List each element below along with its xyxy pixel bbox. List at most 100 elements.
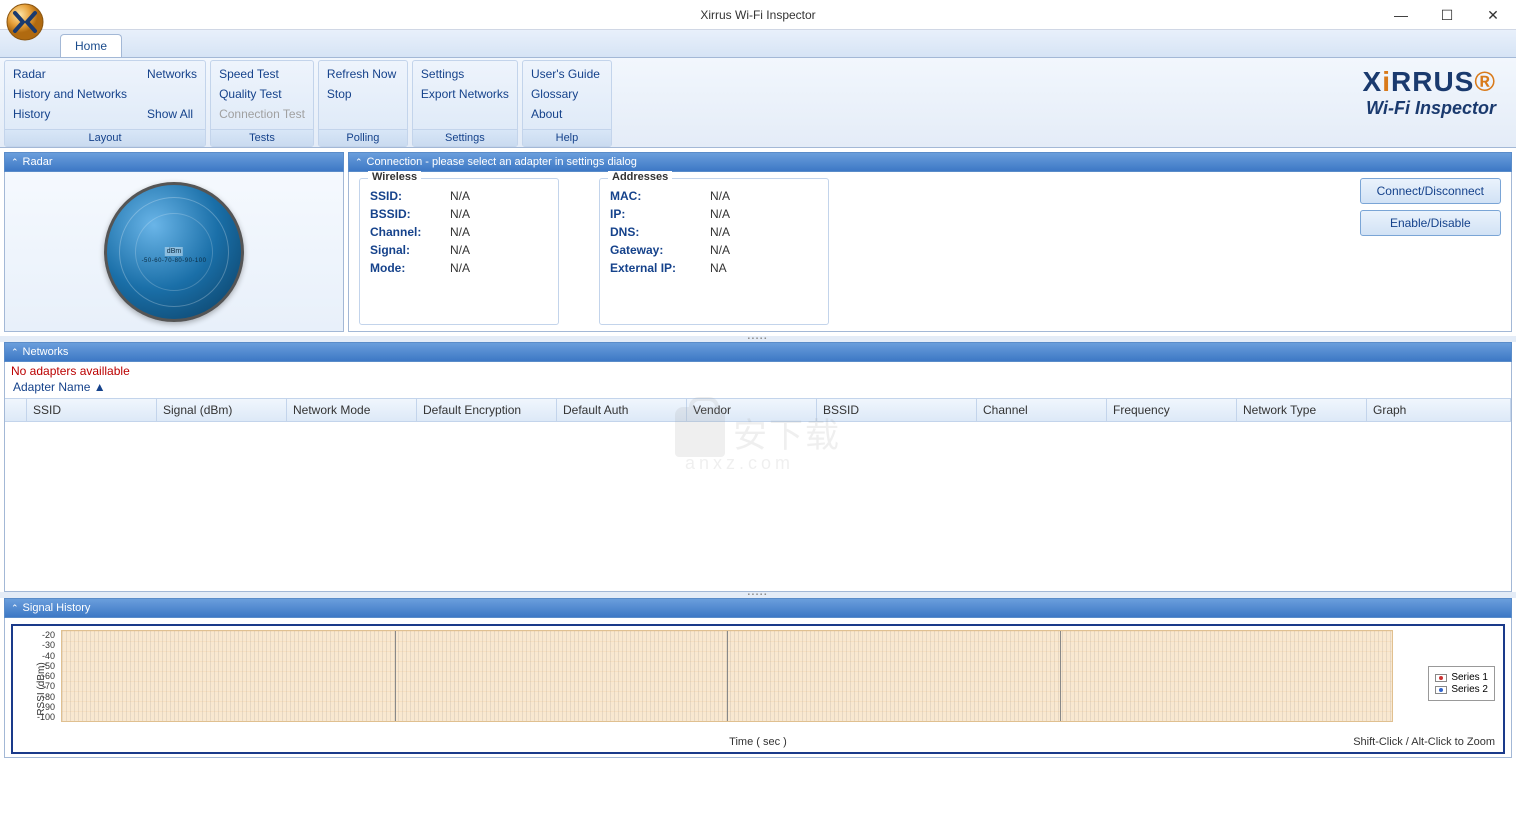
settings-export[interactable]: Export Networks [421,85,509,103]
ribbon-label-help: Help [523,129,611,146]
tests-quality[interactable]: Quality Test [219,85,305,103]
series1-label: Series 1 [1451,672,1488,683]
th-bssid[interactable]: BSSID [817,399,977,421]
addresses-fieldset: Addresses MAC:N/A IP:N/A DNS:N/A Gateway… [599,178,829,325]
wireless-fieldset: Wireless SSID:N/A BSSID:N/A Channel:N/A … [359,178,559,325]
radar-dbm-label: dBm [165,247,183,256]
networks-panel: ⌃ Networks No adapters availlable Adapte… [4,342,1512,592]
mac-label: MAC: [610,189,710,203]
external-ip-label: External IP: [610,261,710,275]
titlebar: Xirrus Wi-Fi Inspector — ☐ ✕ [0,0,1516,30]
adapter-name-sort[interactable]: Adapter Name ▲ [5,380,1511,398]
th-mode[interactable]: Network Mode [287,399,417,421]
plot-area [61,630,1393,722]
networks-table-header: SSID Signal (dBm) Network Mode Default E… [5,398,1511,422]
series1-swatch-icon [1435,674,1447,682]
app-orb-icon[interactable] [5,2,45,42]
bssid-label: BSSID: [370,207,450,221]
ribbon: Radar History and Networks History Netwo… [0,58,1516,148]
ribbon-group-help: User's Guide Glossary About Help [522,60,612,147]
networks-title: Networks [23,346,69,358]
ribbon-group-layout: Radar History and Networks History Netwo… [4,60,206,147]
tab-home[interactable]: Home [60,34,122,57]
dns-value: N/A [710,225,730,239]
minimize-button[interactable]: — [1378,0,1424,30]
layout-history[interactable]: History [13,105,127,123]
signal-history-panel: ⌃ Signal History RSSI (dBm) -20 -30 -40 … [4,598,1512,758]
th-ssid[interactable]: SSID [27,399,157,421]
no-adapters-message: No adapters availlable [5,362,1511,380]
ip-value: N/A [710,207,730,221]
th-auth[interactable]: Default Auth [557,399,687,421]
tests-connection: Connection Test [219,105,305,123]
series2-swatch-icon [1435,686,1447,694]
ribbon-group-polling: Refresh Now Stop Polling [318,60,408,147]
external-ip-value: NA [710,261,727,275]
dns-label: DNS: [610,225,710,239]
layout-radar[interactable]: Radar [13,65,127,83]
ribbon-group-settings: Settings Export Networks Settings [412,60,518,147]
signal-history-title: Signal History [23,602,91,614]
radar-header[interactable]: ⌃ Radar [4,152,344,172]
gateway-label: Gateway: [610,243,710,257]
radar-display: dBm -50-60-70-80-90-100 [104,182,244,322]
wireless-legend: Wireless [368,171,421,183]
help-about[interactable]: About [531,105,603,123]
th-signal[interactable]: Signal (dBm) [157,399,287,421]
settings-settings[interactable]: Settings [421,65,509,83]
channel-value: N/A [450,225,470,239]
tab-row: Home [0,30,1516,58]
x-axis-label: Time ( sec ) [729,736,787,748]
radar-panel: ⌃ Radar dBm -50-60-70-80-90-100 [4,152,344,332]
help-glossary[interactable]: Glossary [531,85,603,103]
layout-show-all[interactable]: Show All [147,105,197,123]
window-controls: — ☐ ✕ [1378,0,1516,30]
bssid-value: N/A [450,207,470,221]
mode-label: Mode: [370,261,450,275]
ribbon-label-tests: Tests [211,129,313,146]
signal-history-header[interactable]: ⌃ Signal History [4,598,1512,618]
connection-panel: ⌃ Connection - please select an adapter … [348,152,1512,332]
ribbon-label-layout: Layout [5,129,205,146]
series2-label: Series 2 [1451,684,1488,695]
networks-header[interactable]: ⌃ Networks [4,342,1512,362]
collapse-icon: ⌃ [11,347,19,358]
signal-label: Signal: [370,243,450,257]
radar-title: Radar [23,156,53,168]
ribbon-label-polling: Polling [319,129,407,146]
window-title: Xirrus Wi-Fi Inspector [700,8,815,22]
connection-header[interactable]: ⌃ Connection - please select an adapter … [348,152,1512,172]
gateway-value: N/A [710,243,730,257]
radar-scale: -50-60-70-80-90-100 [142,258,207,264]
mac-value: N/A [710,189,730,203]
th-frequency[interactable]: Frequency [1107,399,1237,421]
connect-disconnect-button[interactable]: Connect/Disconnect [1360,178,1501,204]
collapse-icon: ⌃ [355,157,363,168]
close-button[interactable]: ✕ [1470,0,1516,30]
signal-chart[interactable]: RSSI (dBm) -20 -30 -40 -50 -60 -70 -80 -… [11,624,1505,754]
channel-label: Channel: [370,225,450,239]
th-encryption[interactable]: Default Encryption [417,399,557,421]
collapse-icon: ⌃ [11,603,19,614]
brand-logo: XiRRUS® Wi-Fi Inspector [1363,66,1496,119]
polling-stop[interactable]: Stop [327,85,399,103]
mode-value: N/A [450,261,470,275]
layout-history-networks[interactable]: History and Networks [13,85,127,103]
ip-label: IP: [610,207,710,221]
addresses-legend: Addresses [608,171,672,183]
layout-networks[interactable]: Networks [147,65,197,83]
th-blank[interactable] [5,399,27,421]
connection-title: Connection - please select an adapter in… [367,156,637,168]
th-graph[interactable]: Graph [1367,399,1511,421]
maximize-button[interactable]: ☐ [1424,0,1470,30]
ssid-value: N/A [450,189,470,203]
tests-speed[interactable]: Speed Test [219,65,305,83]
th-network-type[interactable]: Network Type [1237,399,1367,421]
th-channel[interactable]: Channel [977,399,1107,421]
polling-refresh[interactable]: Refresh Now [327,65,399,83]
chart-legend: Series 1 Series 2 [1428,666,1495,701]
help-guide[interactable]: User's Guide [531,65,603,83]
ribbon-group-tests: Speed Test Quality Test Connection Test … [210,60,314,147]
enable-disable-button[interactable]: Enable/Disable [1360,210,1501,236]
th-vendor[interactable]: Vendor [687,399,817,421]
